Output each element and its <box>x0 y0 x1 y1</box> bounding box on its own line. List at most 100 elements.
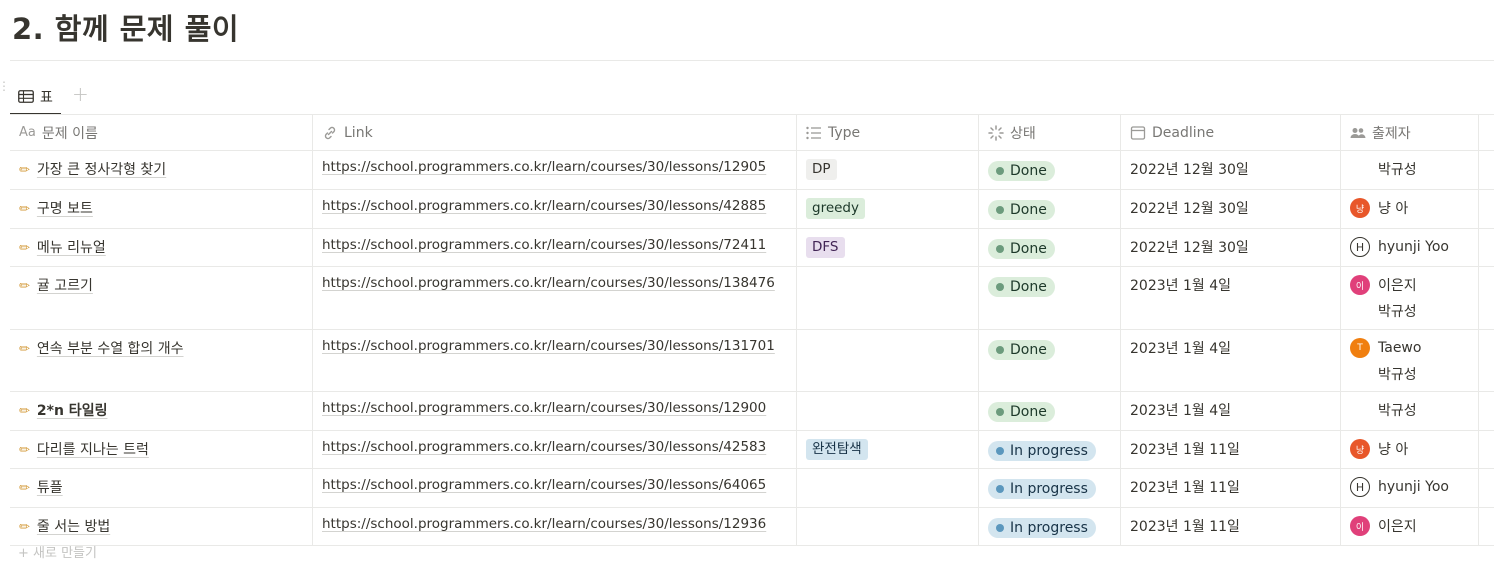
author-cell[interactable]: Hhyunji Yoo <box>1341 229 1479 266</box>
name-cell[interactable]: ✏ 다리를 지나는 트럭 <box>10 431 313 468</box>
status-label: In progress <box>1010 520 1088 536</box>
empty-cell <box>1479 190 1494 228</box>
type-cell[interactable] <box>797 330 979 391</box>
link-cell[interactable]: https://school.programmers.co.kr/learn/c… <box>313 469 797 507</box>
type-cell[interactable]: 완전탐색 <box>797 431 979 468</box>
avatar: T <box>1350 338 1370 358</box>
problem-name[interactable]: 2*n 타일링 <box>37 403 108 419</box>
author-cell[interactable]: 냥냥 아 <box>1341 190 1479 228</box>
drag-handle-icon[interactable]: ⋮ <box>0 80 10 100</box>
new-row-button[interactable]: + 새로 만들기 <box>18 542 97 561</box>
author-cell[interactable]: 박규성 <box>1341 392 1479 430</box>
link-cell[interactable]: https://school.programmers.co.kr/learn/c… <box>313 431 797 468</box>
problem-name[interactable]: 가장 큰 정사각형 찾기 <box>37 162 166 178</box>
author-cell[interactable]: 박규성 <box>1341 151 1479 189</box>
table-row[interactable]: ✏ 연속 부분 수열 합의 개수 https://school.programme… <box>10 330 1494 392</box>
deadline-cell[interactable]: 2022년 12월 30일 <box>1121 190 1341 228</box>
name-cell[interactable]: ✏ 구명 보트 <box>10 190 313 228</box>
type-cell[interactable] <box>797 267 979 329</box>
problem-link[interactable]: https://school.programmers.co.kr/learn/c… <box>322 477 766 493</box>
link-cell[interactable]: https://school.programmers.co.kr/learn/c… <box>313 151 797 189</box>
author-cell[interactable]: 이 이은지 박규성 <box>1341 267 1479 329</box>
table-row[interactable]: ✏ 구명 보트 https://school.programmers.co.kr/… <box>10 190 1494 229</box>
problem-name[interactable]: 메뉴 리뉴얼 <box>37 240 106 256</box>
problem-link[interactable]: https://school.programmers.co.kr/learn/c… <box>322 338 775 354</box>
link-cell[interactable]: https://school.programmers.co.kr/learn/c… <box>313 229 797 266</box>
status-cell[interactable]: In progress <box>979 469 1121 507</box>
name-cell[interactable]: ✏ 연속 부분 수열 합의 개수 <box>10 330 313 391</box>
name-cell[interactable]: ✏ 가장 큰 정사각형 찾기 <box>10 151 313 189</box>
deadline-cell[interactable]: 2023년 1월 4일 <box>1121 267 1341 329</box>
problem-name[interactable]: 줄 서는 방법 <box>37 519 110 535</box>
column-header-name[interactable]: Aa 문제 이름 <box>10 115 313 150</box>
link-cell[interactable]: https://school.programmers.co.kr/learn/c… <box>313 267 797 329</box>
author-cell[interactable]: 냥냥 아 <box>1341 431 1479 468</box>
type-cell[interactable]: DFS <box>797 229 979 266</box>
add-column-button[interactable] <box>1479 115 1494 150</box>
table-row[interactable]: ✏ 메뉴 리뉴얼 https://school.programmers.co.kr… <box>10 229 1494 267</box>
table-row[interactable]: ✏ 줄 서는 방법 https://school.programmers.co.k… <box>10 508 1494 546</box>
problem-link[interactable]: https://school.programmers.co.kr/learn/c… <box>322 159 766 175</box>
name-cell[interactable]: ✏ 줄 서는 방법 <box>10 508 313 545</box>
deadline-cell[interactable]: 2023년 1월 11일 <box>1121 508 1341 545</box>
type-cell[interactable] <box>797 469 979 507</box>
deadline-cell[interactable]: 2023년 1월 11일 <box>1121 469 1341 507</box>
deadline-text: 2022년 12월 30일 <box>1130 201 1249 217</box>
name-cell[interactable]: ✏ 튜플 <box>10 469 313 507</box>
status-cell[interactable]: Done <box>979 151 1121 189</box>
problem-link[interactable]: https://school.programmers.co.kr/learn/c… <box>322 439 766 455</box>
link-cell[interactable]: https://school.programmers.co.kr/learn/c… <box>313 190 797 228</box>
link-cell[interactable]: https://school.programmers.co.kr/learn/c… <box>313 330 797 391</box>
column-header-author[interactable]: 출제자 <box>1341 115 1479 150</box>
name-cell[interactable]: ✏ 2*n 타일링 <box>10 392 313 430</box>
problem-name[interactable]: 튜플 <box>37 480 63 496</box>
problem-link[interactable]: https://school.programmers.co.kr/learn/c… <box>322 275 775 291</box>
author-cell[interactable]: T Taewo 박규성 <box>1341 330 1479 391</box>
name-cell[interactable]: ✏ 귤 고르기 <box>10 267 313 329</box>
table-header: Aa 문제 이름 Link Type 상태 Deadline 출제자 <box>10 115 1494 151</box>
problem-link[interactable]: https://school.programmers.co.kr/learn/c… <box>322 516 766 532</box>
table-row[interactable]: ✏ 귤 고르기 https://school.programmers.co.kr/… <box>10 267 1494 330</box>
author-cell[interactable]: 이 이은지 <box>1341 508 1479 545</box>
table-row[interactable]: ✏ 가장 큰 정사각형 찾기 https://school.programmers… <box>10 151 1494 190</box>
status-cell[interactable]: Done <box>979 267 1121 329</box>
problem-name[interactable]: 다리를 지나는 트럭 <box>37 442 149 458</box>
deadline-cell[interactable]: 2022년 12월 30일 <box>1121 229 1341 266</box>
problem-link[interactable]: https://school.programmers.co.kr/learn/c… <box>322 198 766 214</box>
table-row[interactable]: ✏ 튜플 https://school.programmers.co.kr/lea… <box>10 469 1494 508</box>
type-cell[interactable]: DP <box>797 151 979 189</box>
status-cell[interactable]: In progress <box>979 431 1121 468</box>
status-label: In progress <box>1010 481 1088 497</box>
problem-name[interactable]: 귤 고르기 <box>37 278 93 294</box>
problem-name[interactable]: 구명 보트 <box>37 201 93 217</box>
author-name: 이은지 <box>1378 519 1417 535</box>
problem-name[interactable]: 연속 부분 수열 합의 개수 <box>37 341 184 357</box>
column-header-deadline[interactable]: Deadline <box>1121 115 1341 150</box>
deadline-cell[interactable]: 2022년 12월 30일 <box>1121 151 1341 189</box>
deadline-cell[interactable]: 2023년 1월 4일 <box>1121 392 1341 430</box>
link-cell[interactable]: https://school.programmers.co.kr/learn/c… <box>313 392 797 430</box>
status-cell[interactable]: Done <box>979 229 1121 266</box>
problem-link[interactable]: https://school.programmers.co.kr/learn/c… <box>322 237 766 253</box>
table-row[interactable]: ✏ 다리를 지나는 트럭 https://school.programmers.c… <box>10 431 1494 469</box>
status-cell[interactable]: Done <box>979 392 1121 430</box>
column-header-type[interactable]: Type <box>797 115 979 150</box>
type-cell[interactable] <box>797 392 979 430</box>
column-header-link[interactable]: Link <box>313 115 797 150</box>
status-cell[interactable]: Done <box>979 190 1121 228</box>
column-header-status[interactable]: 상태 <box>979 115 1121 150</box>
type-cell[interactable]: greedy <box>797 190 979 228</box>
deadline-cell[interactable]: 2023년 1월 11일 <box>1121 431 1341 468</box>
status-cell[interactable]: In progress <box>979 508 1121 545</box>
author-cell[interactable]: Hhyunji Yoo <box>1341 469 1479 507</box>
table-row[interactable]: ✏ 2*n 타일링 https://school.programmers.co.k… <box>10 392 1494 431</box>
tab-table-view[interactable]: 표 <box>10 80 61 115</box>
problem-link[interactable]: https://school.programmers.co.kr/learn/c… <box>322 400 766 416</box>
deadline-cell[interactable]: 2023년 1월 4일 <box>1121 330 1341 391</box>
column-label: Link <box>344 124 373 141</box>
link-cell[interactable]: https://school.programmers.co.kr/learn/c… <box>313 508 797 545</box>
add-view-button[interactable]: + <box>72 84 89 104</box>
name-cell[interactable]: ✏ 메뉴 리뉴얼 <box>10 229 313 266</box>
status-cell[interactable]: Done <box>979 330 1121 391</box>
type-cell[interactable] <box>797 508 979 545</box>
